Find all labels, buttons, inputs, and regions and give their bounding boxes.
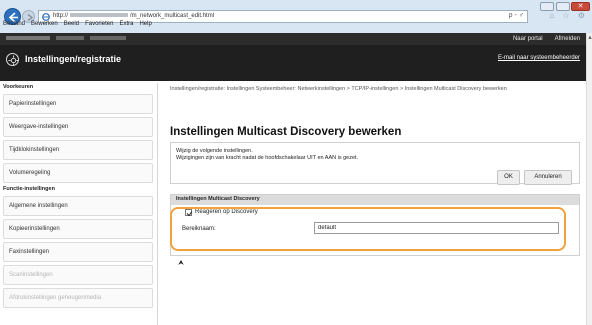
page-title: Instellingen Multicast Discovery bewerke… bbox=[170, 126, 402, 138]
cancel-button[interactable]: Annuleren bbox=[524, 170, 572, 185]
back-to-top-icon[interactable]: ⮝ bbox=[178, 260, 184, 268]
sidebar-item-media-print-settings[interactable]: Afdrukinstellingen geheugenmedia bbox=[3, 288, 153, 308]
go-to-portal-link[interactable]: Naar portal bbox=[513, 36, 543, 42]
toolbar-icons[interactable]: ⌂ ☆ ⚙ bbox=[549, 11, 588, 20]
address-tools-icons[interactable]: ρ - ♂ bbox=[509, 12, 524, 19]
breadcrumb: Instellingen/registratie: Instellingen S… bbox=[170, 86, 507, 92]
sidebar-item-copy-settings[interactable]: Kopieerinstellingen bbox=[3, 219, 153, 239]
page-scrollbar[interactable]: ▲ bbox=[586, 33, 592, 325]
sidebar-item-timer-settings[interactable]: Tijdklokinstellingen bbox=[3, 140, 153, 160]
email-admin-link[interactable]: E-mail naar systeembeheerder bbox=[498, 55, 580, 61]
highlight-frame bbox=[170, 207, 566, 251]
sidebar-item-volume[interactable]: Volumeregeling bbox=[3, 163, 153, 183]
page-header: Naar portal Afmelden Instellingen/registr… bbox=[0, 33, 586, 81]
close-window-button[interactable]: ✕ bbox=[571, 2, 590, 11]
browser-titlebar: ✕ http:///m_network_multicast_edit.html … bbox=[0, 0, 592, 34]
settings-logo-icon bbox=[6, 53, 19, 66]
sidebar: Voorkeuren Papierinstellingen Weergave-i… bbox=[0, 83, 158, 325]
header-links: Naar portal Afmelden bbox=[501, 36, 580, 42]
ie-logo-icon bbox=[42, 13, 50, 21]
title-row: Instellingen/registratie E-mail naar sys… bbox=[0, 45, 586, 81]
sidebar-group-function-settings: Functie-instellingen bbox=[3, 186, 55, 192]
sidebar-item-common-settings[interactable]: Algemene instellingen bbox=[3, 196, 153, 216]
sidebar-item-display-settings[interactable]: Weergave-instellingen bbox=[3, 117, 153, 137]
sidebar-item-fax-settings[interactable]: Faxinstellingen bbox=[3, 242, 153, 262]
section-header: Instellingen Multicast Discovery bbox=[171, 195, 579, 205]
menu-beeld[interactable]: Beeld bbox=[64, 21, 79, 27]
menu-help[interactable]: Help bbox=[139, 21, 151, 27]
scroll-up-icon[interactable]: ▲ bbox=[587, 35, 592, 41]
instructions-text: Wijzig de volgende instellingen. Wijzigi… bbox=[176, 148, 359, 161]
menu-bar: Bestand Bewerken Beeld Favorieten Extra Help bbox=[0, 21, 592, 30]
url-text: http:///m_network_multicast_edit.html bbox=[53, 13, 215, 19]
maximize-button[interactable] bbox=[556, 2, 570, 11]
close-icon: ✕ bbox=[577, 3, 584, 10]
sidebar-item-paper-settings[interactable]: Papierinstellingen bbox=[3, 94, 153, 114]
sidebar-item-scan-settings[interactable]: Scaninstellingen bbox=[3, 265, 153, 285]
menu-bewerken[interactable]: Bewerken bbox=[31, 21, 58, 27]
menu-favorieten[interactable]: Favorieten bbox=[85, 21, 113, 27]
menu-bestand[interactable]: Bestand bbox=[3, 21, 25, 27]
menu-extra[interactable]: Extra bbox=[119, 21, 133, 27]
ok-button[interactable]: OK bbox=[497, 170, 520, 185]
minimize-button[interactable] bbox=[540, 2, 554, 11]
logout-link[interactable]: Afmelden bbox=[555, 36, 580, 42]
app-title: Instellingen/registratie bbox=[25, 54, 122, 64]
device-info bbox=[6, 36, 126, 42]
sidebar-group-preferences: Voorkeuren bbox=[3, 84, 34, 90]
